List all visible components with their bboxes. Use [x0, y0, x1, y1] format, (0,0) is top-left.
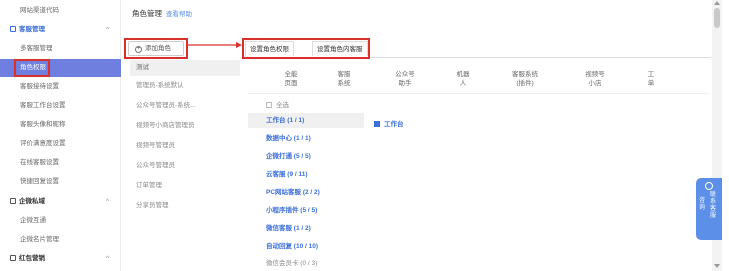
sidebar-item-online-service[interactable]: 在线客服设置: [0, 154, 121, 172]
sidebar-item-satisfaction[interactable]: 评价满意度设置: [0, 135, 121, 153]
sidebar-group-wecom[interactable]: 企微私域 ^: [0, 193, 121, 211]
category-label: 工: [647, 71, 655, 78]
category-label: 机器: [456, 71, 470, 78]
category-label: 全能: [284, 71, 298, 78]
select-all-checkbox[interactable]: 全选: [266, 99, 289, 109]
page-title-text: 角色管理: [132, 9, 162, 18]
category-label: 视频号: [585, 71, 605, 78]
role-list: 测试 管理员-系统默认 公众号管理员-系统... 视频号小商店管理员 视频号管理…: [130, 60, 240, 271]
category-label: 助手: [398, 80, 412, 87]
subcategory-item[interactable]: 自动回复 (10 / 10): [248, 239, 364, 254]
contact-service-widget[interactable]: 咨询 联系客服: [696, 178, 722, 240]
sidebar-item-avatar-nickname[interactable]: 客服头像和昵称: [0, 116, 121, 134]
category-label: (插件): [516, 80, 534, 87]
role-item[interactable]: 公众号管理员-系统...: [130, 98, 240, 114]
help-link[interactable]: 查看帮助: [166, 11, 192, 18]
role-item[interactable]: 测试: [130, 60, 240, 76]
category-label: 单: [647, 80, 655, 87]
page-title: 角色管理 查看帮助: [132, 8, 192, 19]
chevron-up-icon: ^: [105, 26, 109, 33]
role-item[interactable]: 分享员管理: [130, 198, 240, 214]
category-robot[interactable]: 机器人: [450, 70, 476, 88]
category-work-order[interactable]: 工单: [642, 70, 660, 88]
role-item[interactable]: 订单管理: [130, 178, 240, 194]
role-item[interactable]: 公众号管理员: [130, 158, 240, 174]
sidebar-item-reception-settings[interactable]: 客服接待设置: [0, 78, 121, 96]
category-label: 客服: [337, 71, 351, 78]
permission-label: 工作台: [384, 121, 404, 128]
subcategory-item[interactable]: 微信会员卡 (0 / 3): [248, 256, 364, 271]
sidebar-group-service-management[interactable]: 客服管理 ^: [0, 21, 121, 39]
category-label: 公众号: [395, 71, 415, 78]
highlight-box: [124, 38, 188, 59]
sidebar-group-label: 企微私域: [19, 198, 45, 205]
sidebar-group-red-packet[interactable]: 红包营销 ^: [0, 250, 121, 268]
highlight-box: [14, 59, 50, 77]
category-service-system[interactable]: 客服 系统: [331, 70, 357, 88]
role-item[interactable]: 视频号小商店管理员: [130, 118, 240, 134]
category-mp-assistant[interactable]: 公众号 助手: [392, 70, 418, 88]
highlight-box: [242, 38, 370, 59]
divider: [248, 93, 708, 94]
red-arrow-icon: [188, 42, 242, 48]
category-video-shop[interactable]: 视频号 小店: [579, 70, 611, 88]
scrollbar-thumb[interactable]: [714, 8, 720, 28]
subcategory-item[interactable]: 小程序插件 (5 / 5): [248, 203, 364, 218]
category-label: 系统: [337, 80, 351, 87]
red-packet-icon: [10, 255, 16, 261]
chevron-up-icon: ^: [105, 198, 109, 205]
category-all-page[interactable]: 全能 页面: [278, 70, 304, 88]
subcategory-item[interactable]: PC网站客服 (2 / 2): [248, 185, 364, 200]
sidebar-item-wecom-interop[interactable]: 企微互通: [0, 212, 121, 230]
scroll-down-icon[interactable]: [714, 264, 720, 268]
select-all-label: 全选: [276, 102, 289, 109]
subcategory-item[interactable]: 企微打通 (5 / 5): [248, 149, 364, 164]
role-item[interactable]: 管理员-系统默认: [130, 78, 240, 94]
main-panel: 角色管理 查看帮助 + 添加角色 测试 管理员-系统默认 公众号管理员-系统... …: [122, 0, 712, 271]
scroll-up-icon[interactable]: [714, 1, 720, 5]
checkbox-checked: [374, 121, 380, 127]
subcategory-item[interactable]: 数据中心 (1 / 1): [248, 131, 364, 146]
checkbox: [266, 102, 272, 108]
category-label: 人: [459, 80, 467, 87]
sidebar-item-web-channel-code[interactable]: 网站渠道代码: [0, 2, 121, 20]
sidebar-group-label: 红包营销: [19, 255, 45, 262]
sidebar-item-workbench-settings[interactable]: 客服工作台设置: [0, 97, 121, 115]
role-item[interactable]: 视频号管理员: [130, 138, 240, 154]
wecom-icon: [10, 198, 16, 204]
headset-icon: [705, 182, 713, 190]
permission-checkbox-workbench[interactable]: 工作台: [374, 118, 404, 128]
widget-label-consult: 咨询: [698, 198, 705, 211]
category-label: 页面: [284, 80, 298, 87]
category-label: 小店: [588, 80, 602, 87]
category-label: 客服系统: [512, 71, 538, 78]
subcategory-item[interactable]: 微信客服 (1 / 2): [248, 221, 364, 236]
chevron-up-icon: ^: [105, 255, 109, 262]
sidebar-group-label: 客服管理: [19, 26, 45, 33]
sidebar: 网站渠道代码 客服管理 ^ 多客服管理 角色权限 客服接待设置 客服工作台设置 …: [0, 0, 121, 271]
sidebar-item-quick-reply[interactable]: 快捷回复设置: [0, 173, 121, 191]
subcategory-item[interactable]: 云客服 (9 / 11): [248, 167, 364, 182]
widget-label-contact: 联系客服: [709, 192, 716, 219]
sidebar-item-multi-service[interactable]: 多客服管理: [0, 40, 121, 58]
subcategory-item[interactable]: 工作台 (1 / 1): [248, 113, 364, 128]
service-icon: [10, 26, 16, 32]
category-service-plugin[interactable]: 客服系统 (插件): [508, 70, 542, 88]
sidebar-item-wecom-card[interactable]: 企微名片管理: [0, 231, 121, 249]
